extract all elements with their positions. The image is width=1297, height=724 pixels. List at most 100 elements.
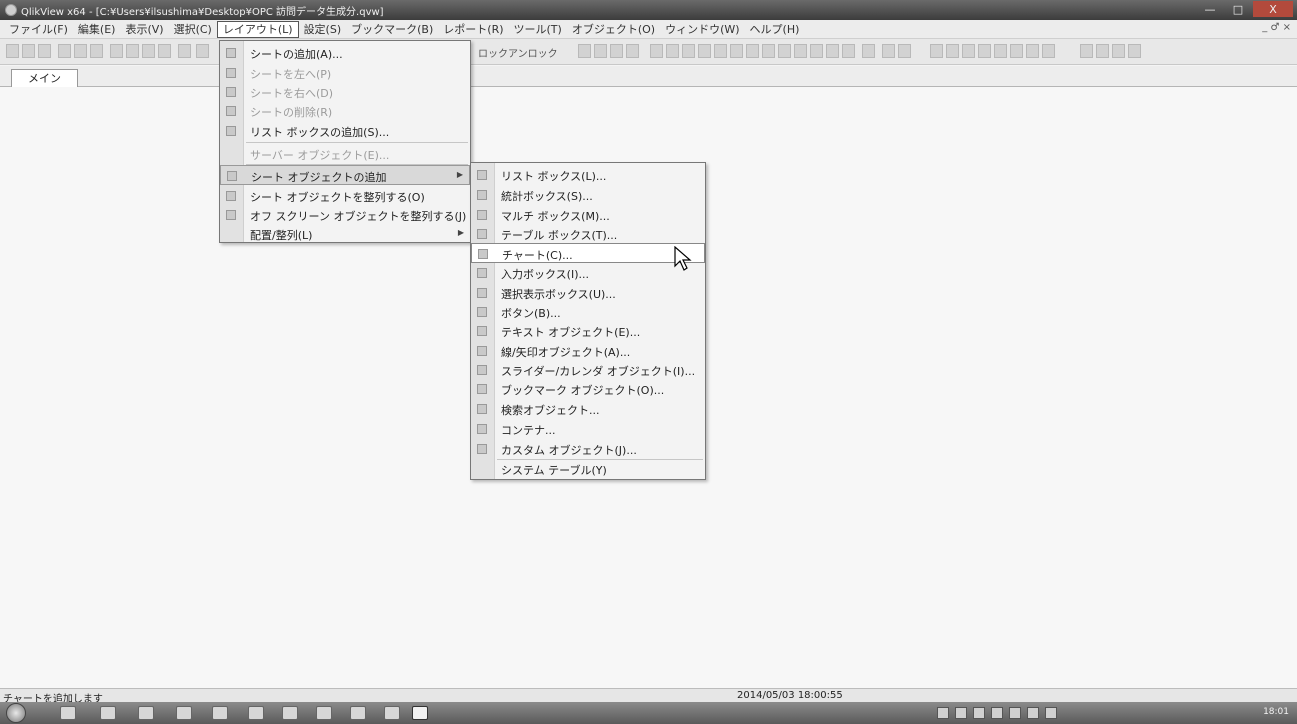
color-icon[interactable] (898, 44, 911, 58)
minimize-button[interactable]: — (1197, 1, 1223, 17)
taskbar-clock[interactable]: 18:01 (1263, 707, 1289, 717)
menu-selection[interactable]: 選択(C) (169, 21, 217, 38)
unlock-button[interactable]: アンロック (508, 45, 558, 60)
variable-icon[interactable] (1112, 44, 1125, 58)
submenu-item-bookmark-object[interactable]: ブックマーク オブジェクト(O)... (471, 379, 705, 399)
security-icon[interactable] (1009, 707, 1021, 719)
outlook-icon[interactable] (384, 706, 400, 720)
font-icon[interactable] (882, 44, 895, 58)
submenu-item-tablebox[interactable]: テーブル ボックス(T)... (471, 224, 705, 244)
battery-icon[interactable] (1027, 707, 1039, 719)
menu-item-move-sheet-right[interactable]: シートを右へ(D) (220, 82, 470, 102)
edit-script-icon[interactable] (196, 44, 209, 58)
submenu-item-listbox[interactable]: リスト ボックス(L)... (471, 165, 705, 185)
redo-icon[interactable] (158, 44, 171, 58)
submenu-item-container[interactable]: コンテナ... (471, 419, 705, 439)
menu-item-delete-sheet[interactable]: シートの削除(R) (220, 101, 470, 121)
ie-icon[interactable] (60, 706, 76, 720)
powerpoint-icon[interactable] (176, 706, 192, 720)
bring-forward-icon[interactable] (978, 44, 991, 58)
menu-tools[interactable]: ツール(T) (509, 21, 567, 38)
submenu-item-line-arrow[interactable]: 線/矢印オブジェクト(A)... (471, 341, 705, 361)
field-icon[interactable] (1080, 44, 1093, 58)
save-icon[interactable] (38, 44, 51, 58)
document-properties-icon[interactable] (1128, 44, 1141, 58)
start-button[interactable] (6, 703, 26, 723)
line-tool-icon[interactable] (778, 44, 791, 58)
button-tool-icon[interactable] (746, 44, 759, 58)
explorer-icon[interactable] (100, 706, 116, 720)
design-grid-icon[interactable] (578, 44, 591, 58)
menu-item-arrange-sheet-objects[interactable]: シート オブジェクトを整列する(O) (220, 186, 470, 206)
qlikview-taskbar-icon[interactable] (412, 706, 428, 720)
language-icon[interactable] (937, 707, 949, 719)
maximize-button[interactable]: □ (1225, 1, 1251, 17)
ime-icon[interactable] (973, 707, 985, 719)
network-icon[interactable] (991, 707, 1003, 719)
distribute-icon[interactable] (1026, 44, 1039, 58)
reload-icon[interactable] (178, 44, 191, 58)
submenu-item-system-table[interactable]: システム テーブル(Y) (471, 459, 705, 479)
menu-view[interactable]: 表示(V) (120, 21, 168, 38)
menu-item-arrange-offscreen-objects[interactable]: オフ スクリーン オブジェクトを整列する(J) (220, 205, 470, 225)
search-tool-icon[interactable] (826, 44, 839, 58)
media-player-icon[interactable] (212, 706, 228, 720)
app-icon[interactable] (350, 706, 366, 720)
submenu-item-chart[interactable]: チャート(C)... (471, 243, 705, 263)
menu-object[interactable]: オブジェクト(O) (567, 21, 660, 38)
menu-item-align-distribute[interactable]: 配置/整列(L) ▶ (220, 224, 470, 244)
format-painter-icon[interactable] (862, 44, 875, 58)
menu-settings[interactable]: 設定(S) (299, 21, 347, 38)
object-properties-icon[interactable] (962, 44, 975, 58)
expression-icon[interactable] (1096, 44, 1109, 58)
menu-bookmarks[interactable]: ブックマーク(B) (346, 21, 438, 38)
submenu-item-custom-object[interactable]: カスタム オブジェクト(J)... (471, 439, 705, 459)
lock-button[interactable]: ロック (478, 45, 508, 60)
cut-icon[interactable] (90, 44, 103, 58)
paint-icon[interactable] (282, 706, 298, 720)
menu-reports[interactable]: レポート(R) (438, 21, 508, 38)
mdi-controls[interactable]: _ ♂ × (1262, 22, 1291, 33)
menu-file[interactable]: ファイル(F) (4, 21, 73, 38)
menu-item-move-sheet-left[interactable]: シートを左へ(P) (220, 63, 470, 83)
submenu-item-button[interactable]: ボタン(B)... (471, 302, 705, 322)
menu-window[interactable]: ウィンドウ(W) (660, 21, 744, 38)
container-tool-icon[interactable] (842, 44, 855, 58)
bookmark-tool-icon[interactable] (810, 44, 823, 58)
tab-main[interactable]: メイン (11, 69, 78, 88)
chrome-icon[interactable] (316, 706, 332, 720)
print-icon[interactable] (58, 44, 71, 58)
help-icon[interactable] (955, 707, 967, 719)
excel-icon[interactable] (138, 706, 154, 720)
submenu-item-statbox[interactable]: 統計ボックス(S)... (471, 185, 705, 205)
menu-help[interactable]: ヘルプ(H) (745, 21, 805, 38)
undo-icon[interactable] (142, 44, 155, 58)
menu-item-add-listbox[interactable]: リスト ボックスの追加(S)... (220, 121, 470, 141)
menu-edit[interactable]: 編集(E) (73, 21, 121, 38)
menu-layout[interactable]: レイアウト(L) (216, 20, 299, 38)
inputbox-tool-icon[interactable] (730, 44, 743, 58)
close-button[interactable]: X (1253, 1, 1293, 17)
snap-icon[interactable] (1010, 44, 1023, 58)
submenu-item-slider-calendar[interactable]: スライダー/カレンダ オブジェクト(I)... (471, 360, 705, 380)
submenu-item-text-object[interactable]: テキスト オブジェクト(E)... (471, 321, 705, 341)
tablebox-tool-icon[interactable] (698, 44, 711, 58)
listbox-tool-icon[interactable] (650, 44, 663, 58)
statbox-tool-icon[interactable] (666, 44, 679, 58)
submenu-item-search-object[interactable]: 検索オブジェクト... (471, 399, 705, 419)
submenu-item-multibox[interactable]: マルチ ボックス(M)... (471, 205, 705, 225)
submenu-item-current-selections[interactable]: 選択表示ボックス(U)... (471, 283, 705, 303)
submenu-item-inputbox[interactable]: 入力ボックス(I)... (471, 263, 705, 283)
menu-item-add-sheet[interactable]: シートの追加(A)... (220, 43, 470, 63)
menu-item-server-objects[interactable]: サーバー オブジェクト(E)... (220, 144, 470, 164)
chart-tool-icon[interactable] (714, 44, 727, 58)
copy-icon[interactable] (110, 44, 123, 58)
multibox-tool-icon[interactable] (682, 44, 695, 58)
print-pdf-icon[interactable] (74, 44, 87, 58)
send-backward-icon[interactable] (994, 44, 1007, 58)
new-icon[interactable] (6, 44, 19, 58)
menu-item-add-sheet-object[interactable]: シート オブジェクトの追加 ▶ (220, 165, 470, 185)
slider-tool-icon[interactable] (794, 44, 807, 58)
align-right-icon[interactable] (626, 44, 639, 58)
align-left-icon[interactable] (594, 44, 607, 58)
